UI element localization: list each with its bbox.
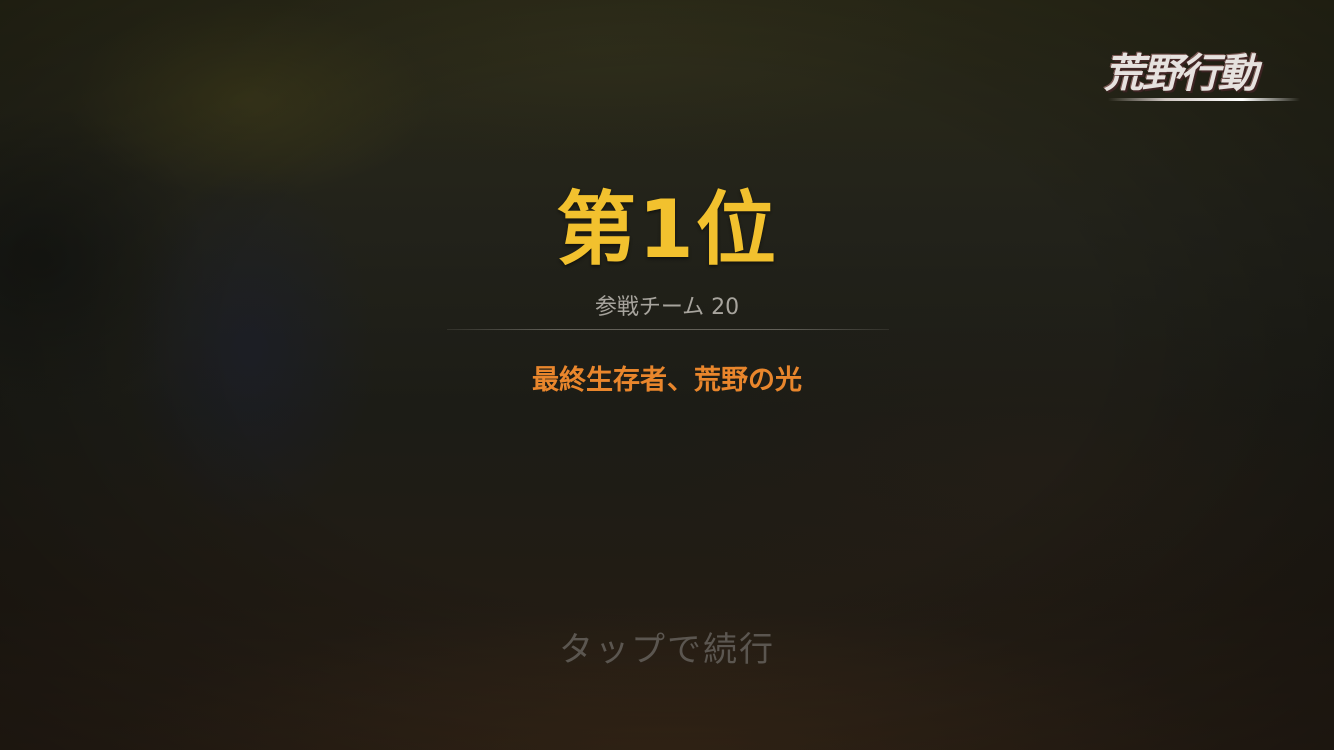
game-logo-text: 荒野行動 [1104, 51, 1258, 97]
divider [447, 329, 889, 330]
game-logo-underline [1108, 98, 1300, 101]
game-logo: 荒野行動 [1098, 48, 1304, 106]
tap-to-continue-prompt[interactable]: タップで続行 [417, 628, 917, 672]
team-count-label: 参戦チーム 20 [594, 295, 740, 320]
rank-title: 第1位 [556, 183, 778, 276]
result-subtitle: 最終生存者、荒野の光 [532, 365, 802, 396]
result-screen[interactable]: 荒野行動 第1位 参戦チーム 20 最終生存者、荒野の光 タップで続行 [0, 0, 1334, 750]
